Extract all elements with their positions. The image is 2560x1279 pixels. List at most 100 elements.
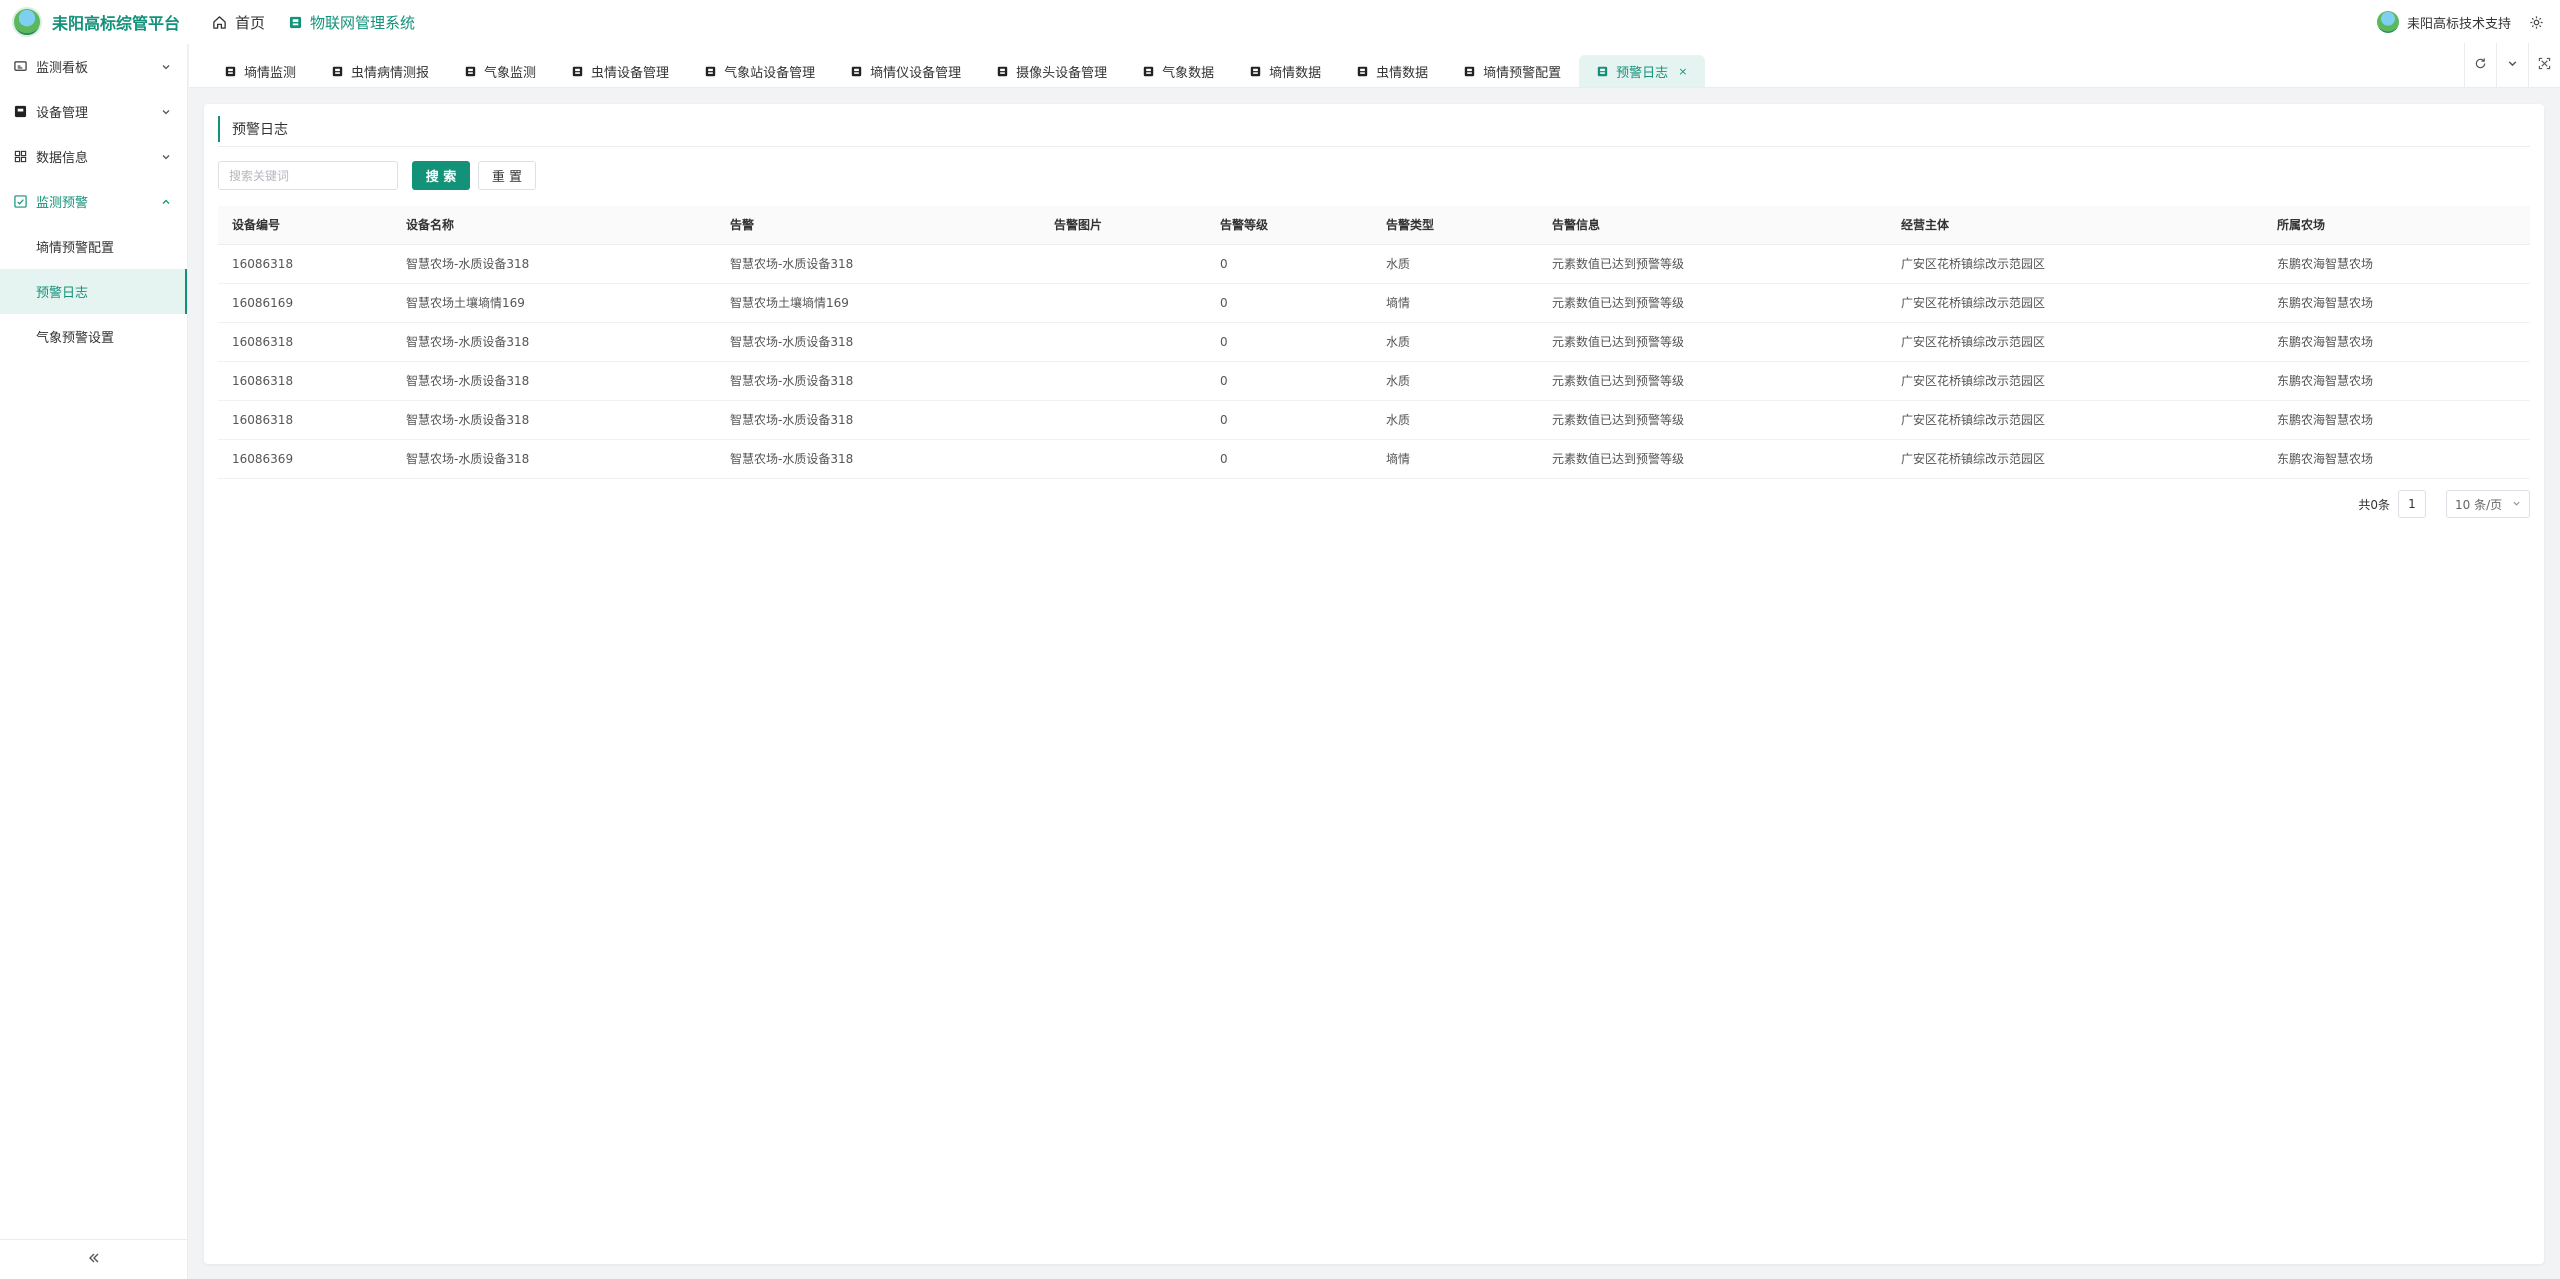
- gear-icon[interactable]: [2529, 15, 2544, 30]
- table-cell: 东鹏农海智慧农场: [2263, 322, 2530, 362]
- table-row[interactable]: 16086318 智慧农场-水质设备318 智慧农场-水质设备318 0 水质 元素数值已…: [218, 400, 2530, 440]
- tab-label: 预警日志: [1616, 65, 1669, 81]
- search-row: 搜 索 重 置: [218, 161, 536, 190]
- pagination-page-button[interactable]: 1: [2398, 490, 2426, 518]
- table-cell: 水质: [1372, 400, 1538, 440]
- table-row[interactable]: 16086318 智慧农场-水质设备318 智慧农场-水质设备318 0 水质 元素数值已…: [218, 361, 2530, 401]
- table-cell: 东鹏农海智慧农场: [2263, 439, 2530, 479]
- sidebar-subitem-moisture-alert-config[interactable]: 墒情预警配置: [0, 224, 187, 269]
- module-icon: [289, 16, 302, 29]
- sidebar-item-monitor-alert[interactable]: 监测预警: [0, 179, 187, 224]
- tab-item[interactable]: 虫情设备管理: [554, 55, 687, 87]
- topnav-iot-system[interactable]: 物联网管理系统: [289, 0, 415, 44]
- topnav-home-label: 首页: [235, 13, 266, 32]
- table-cell: 水质: [1372, 361, 1538, 401]
- tab-page-icon: [1597, 66, 1608, 77]
- tab-item[interactable]: 摄像头设备管理: [979, 55, 1125, 87]
- tab-page-icon: [332, 66, 343, 77]
- refresh-button[interactable]: [2464, 43, 2496, 87]
- tab-page-icon: [851, 66, 862, 77]
- tab-label: 气象数据: [1162, 65, 1215, 81]
- table-cell: 墒情: [1372, 283, 1538, 323]
- tab-label: 气象站设备管理: [724, 65, 816, 81]
- table-cell: 水质: [1372, 244, 1538, 284]
- table-column-header: 经营主体: [1887, 206, 2263, 245]
- sidebar-subitem-weather-alert-settings[interactable]: 气象预警设置: [0, 314, 187, 359]
- tab-list: 墒情监测 虫情病情测报 气象监测 虫情设备管理 气象站设备管理 墒情仪设备管理 摄像头设备管…: [189, 43, 1706, 87]
- table-body: 16086318 智慧农场-水质设备318 智慧农场-水质设备318 0 水质 元素数值已…: [218, 244, 2530, 479]
- tab-page-icon: [465, 66, 476, 77]
- chevron-down-icon: [2512, 497, 2521, 511]
- table-cell: 智慧农场-水质设备318: [716, 322, 1040, 362]
- tab-item[interactable]: 墒情监测: [207, 55, 314, 87]
- table-cell: 广安区花桥镇综改示范园区: [1887, 322, 2263, 362]
- table-column-header: 告警等级: [1206, 206, 1372, 245]
- search-button[interactable]: 搜 索: [412, 161, 470, 190]
- table-cell: 东鹏农海智慧农场: [2263, 283, 2530, 323]
- alert-icon: [14, 195, 28, 208]
- table-cell: 0: [1206, 322, 1372, 362]
- tab-item[interactable]: 墒情数据: [1232, 55, 1339, 87]
- sidebar-item-monitor-board[interactable]: 监测看板: [0, 44, 187, 89]
- tab-page-icon: [1143, 66, 1154, 77]
- user-name[interactable]: 耒阳高标技术支持: [2407, 13, 2511, 32]
- table-row[interactable]: 16086369 智慧农场-水质设备318 智慧农场-水质设备318 0 墒情 元素数值已…: [218, 439, 2530, 479]
- tab-label: 墒情数据: [1269, 65, 1322, 81]
- table-cell: [1040, 439, 1206, 479]
- tab-item[interactable]: 气象站设备管理: [687, 55, 833, 87]
- table-cell: 0: [1206, 283, 1372, 323]
- divider: [218, 146, 2530, 147]
- tabs-tools: [2464, 43, 2560, 87]
- table-cell: 智慧农场-水质设备318: [392, 400, 716, 440]
- sidebar-subitem-alert-log[interactable]: 预警日志: [0, 269, 187, 314]
- refresh-icon: [2474, 57, 2487, 74]
- sidebar-item-data-info[interactable]: 数据信息: [0, 134, 187, 179]
- table-column-header: 告警: [716, 206, 1040, 245]
- collapse-sidebar-button[interactable]: [0, 1239, 188, 1279]
- brand[interactable]: 耒阳高标综管平台: [0, 7, 188, 37]
- tabs-bar: 墒情监测 虫情病情测报 气象监测 虫情设备管理 气象站设备管理 墒情仪设备管理 摄像头设备管…: [189, 43, 2560, 88]
- search-input[interactable]: [218, 161, 398, 190]
- tab-item[interactable]: 虫情病情测报: [314, 55, 447, 87]
- table-cell: [1040, 361, 1206, 401]
- table-cell: 智慧农场-水质设备318: [392, 322, 716, 362]
- fullscreen-button[interactable]: [2528, 43, 2560, 87]
- sidebar-item-label: 数据信息: [36, 151, 89, 166]
- tabs-dropdown-button[interactable]: [2496, 43, 2528, 87]
- tab-item[interactable]: 墒情仪设备管理: [833, 55, 979, 87]
- tab-item[interactable]: 虫情数据: [1339, 55, 1446, 87]
- topnav-home[interactable]: 首页: [212, 0, 265, 44]
- tab-item[interactable]: 气象监测: [447, 55, 554, 87]
- tab-item[interactable]: 墒情预警配置: [1446, 55, 1579, 87]
- sidebar-item-label: 监测预警: [36, 196, 89, 211]
- page-size-select[interactable]: 10 条/页: [2446, 490, 2530, 518]
- reset-button[interactable]: 重 置: [478, 161, 536, 190]
- table-cell: 墒情: [1372, 439, 1538, 479]
- table-cell: 智慧农场-水质设备318: [716, 400, 1040, 440]
- table-column-header: 所属农场: [2263, 206, 2530, 245]
- table-cell: 元素数值已达到预警等级: [1538, 361, 1887, 401]
- table-cell: 水质: [1372, 322, 1538, 362]
- table-row[interactable]: 16086318 智慧农场-水质设备318 智慧农场-水质设备318 0 水质 元素数值已…: [218, 322, 2530, 362]
- table-cell: 广安区花桥镇综改示范园区: [1887, 400, 2263, 440]
- table-cell: 智慧农场-水质设备318: [392, 439, 716, 479]
- tab-label: 虫情设备管理: [591, 65, 670, 81]
- data-icon: [14, 150, 28, 163]
- monitor-board-icon: [14, 60, 28, 73]
- table-cell: 智慧农场-水质设备318: [392, 244, 716, 284]
- table-cell: 0: [1206, 244, 1372, 284]
- page-size-value: 10 条/页: [2455, 497, 2503, 512]
- table-cell: 广安区花桥镇综改示范园区: [1887, 244, 2263, 284]
- tab-item[interactable]: 预警日志 ×: [1579, 55, 1706, 87]
- close-icon[interactable]: ×: [1678, 65, 1687, 78]
- table-cell: 元素数值已达到预警等级: [1538, 283, 1887, 323]
- avatar[interactable]: [2376, 11, 2399, 33]
- table-cell: 智慧农场-水质设备318: [716, 361, 1040, 401]
- table-cell: 东鹏农海智慧农场: [2263, 400, 2530, 440]
- tab-item[interactable]: 气象数据: [1125, 55, 1232, 87]
- table-row[interactable]: 16086169 智慧农场土壤墒情169 智慧农场土壤墒情169 0 墒情 元素数值已达到…: [218, 283, 2530, 323]
- sidebar-item-device-management[interactable]: 设备管理: [0, 89, 187, 134]
- table-cell: 元素数值已达到预警等级: [1538, 244, 1887, 284]
- tab-page-icon: [1464, 66, 1475, 77]
- table-row[interactable]: 16086318 智慧农场-水质设备318 智慧农场-水质设备318 0 水质 元素数值已…: [218, 244, 2530, 284]
